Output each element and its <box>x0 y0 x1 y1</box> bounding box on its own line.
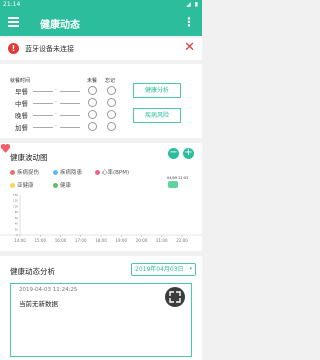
legend-label: 疾病隐患 <box>60 170 83 176</box>
meal-label: 早餐 <box>15 88 28 96</box>
legend-label: 亚健康 <box>17 183 34 189</box>
legend-label: 疾病捉伤 <box>17 170 40 176</box>
zoom-in-button[interactable]: + <box>183 148 194 159</box>
skipped-radio[interactable] <box>88 122 97 131</box>
x-tick-label: 21:00 <box>156 238 168 243</box>
legend-label: 健康 <box>60 183 72 189</box>
health-analysis-button[interactable]: 健康分析 <box>133 83 181 98</box>
y-tick-label: 80 <box>15 210 19 214</box>
y-tick-label: 40 <box>15 222 19 226</box>
forgot-radio[interactable] <box>107 86 116 95</box>
legend-dot <box>10 182 15 188</box>
meal-label: 加餐 <box>15 124 28 132</box>
y-tick-label: 120 <box>13 199 18 203</box>
legend-item: 健康 <box>53 181 71 189</box>
time-dash: - <box>55 87 57 93</box>
time-start-field[interactable] <box>33 127 53 128</box>
legend-item: 心率(BPM) <box>95 168 129 176</box>
status-bar: 21:14 ◢ ▮ <box>0 0 202 10</box>
x-tick-label: 19:00 <box>115 238 127 243</box>
x-tick-label: 15:00 <box>34 238 46 243</box>
legend-item: 疾病隐患 <box>53 168 82 176</box>
legend-label: 心率(BPM) <box>102 170 130 176</box>
time-dash: - <box>55 99 57 105</box>
time-start-field[interactable] <box>33 91 53 92</box>
header-skipped: 未餐 <box>87 78 98 84</box>
meal-label: 晚餐 <box>15 112 28 120</box>
x-tick-label: 18:00 <box>95 238 107 243</box>
warning-icon: ! <box>8 43 19 54</box>
skipped-radio[interactable] <box>88 86 97 95</box>
fullscreen-icon[interactable] <box>165 287 185 307</box>
status-time: 21:14 <box>3 1 21 8</box>
wave-title: 健康波动图 <box>10 153 48 162</box>
legend-item: 疾病捉伤 <box>10 168 39 176</box>
menu-icon[interactable] <box>8 17 19 29</box>
page-title: 健康动态 <box>40 20 80 31</box>
heart-marker-icon[interactable] <box>0 143 11 154</box>
time-start-field[interactable] <box>33 115 53 116</box>
zoom-out-button[interactable]: − <box>168 148 179 159</box>
legend-dot <box>53 182 58 188</box>
alert-text: 蓝牙设备未连接 <box>25 45 74 53</box>
header-forgot: 忘记 <box>105 78 116 84</box>
y-tick-label: 60 <box>15 216 19 220</box>
bluetooth-alert: ! 蓝牙设备未连接 ✕ <box>0 38 202 60</box>
skipped-radio[interactable] <box>88 110 97 119</box>
disease-risk-button[interactable]: 疾病风险 <box>133 108 181 123</box>
forgot-radio[interactable] <box>107 98 116 107</box>
legend-dot <box>10 169 15 175</box>
time-end-field[interactable] <box>60 127 80 128</box>
close-icon[interactable]: ✕ <box>184 40 195 55</box>
x-tick-label: 20:00 <box>136 238 148 243</box>
marker-timestamp: 04/09 21:03 <box>167 176 189 180</box>
chat-marker-icon[interactable] <box>168 181 178 188</box>
skipped-radio[interactable] <box>88 98 97 107</box>
time-dash: - <box>55 111 57 117</box>
y-tick-label: 140 <box>13 193 18 197</box>
meal-label: 中餐 <box>15 100 28 108</box>
more-icon[interactable]: ⋮ <box>183 15 195 29</box>
forgot-radio[interactable] <box>107 122 116 131</box>
date-picker[interactable]: 2019年04月03日 ▾ <box>131 263 196 276</box>
time-end-field[interactable] <box>60 91 80 92</box>
time-end-field[interactable] <box>60 115 80 116</box>
analysis-timestamp: 2019-04-03 11:24:25 <box>19 287 78 293</box>
legend-dot <box>95 169 100 175</box>
status-icons: ◢ ▮ <box>186 1 199 8</box>
app-bar: 健康动态 ⋮ <box>0 10 202 36</box>
legend-item: 亚健康 <box>10 181 34 189</box>
date-value: 2019年04月03日 <box>135 266 184 273</box>
chevron-down-icon: ▾ <box>189 266 192 272</box>
header-meal-time: 就餐时间 <box>10 78 31 84</box>
y-tick-label: 100 <box>13 204 18 208</box>
meal-panel: 就餐时间 未餐 忘记 早餐 - 中餐 - 晚餐 - 加餐 - 健康分析 疾病风险 <box>0 64 202 138</box>
y-tick-label: 20 <box>15 227 19 231</box>
x-tick-label: 22:00 <box>176 238 188 243</box>
health-wave-panel: 140 120 100 80 60 40 20 0 14:00 15:00 16:00 17:00 18… <box>0 143 202 251</box>
health-analysis-panel: 健康动态分析 2019年04月03日 ▾ 2019-04-03 11:24:25… <box>0 256 202 360</box>
legend-dot <box>53 169 58 175</box>
analysis-message: 当前无新数据 <box>19 300 58 308</box>
analysis-title: 健康动态分析 <box>10 267 55 276</box>
meal-row-lunch: 中餐 - <box>0 97 202 108</box>
x-tick-label: 16:00 <box>55 238 67 243</box>
time-dash: - <box>55 123 57 129</box>
x-tick-label: 17:00 <box>75 238 87 243</box>
x-tick-label: 14:00 <box>14 238 26 243</box>
time-start-field[interactable] <box>33 103 53 104</box>
time-end-field[interactable] <box>60 103 80 104</box>
forgot-radio[interactable] <box>107 110 116 119</box>
